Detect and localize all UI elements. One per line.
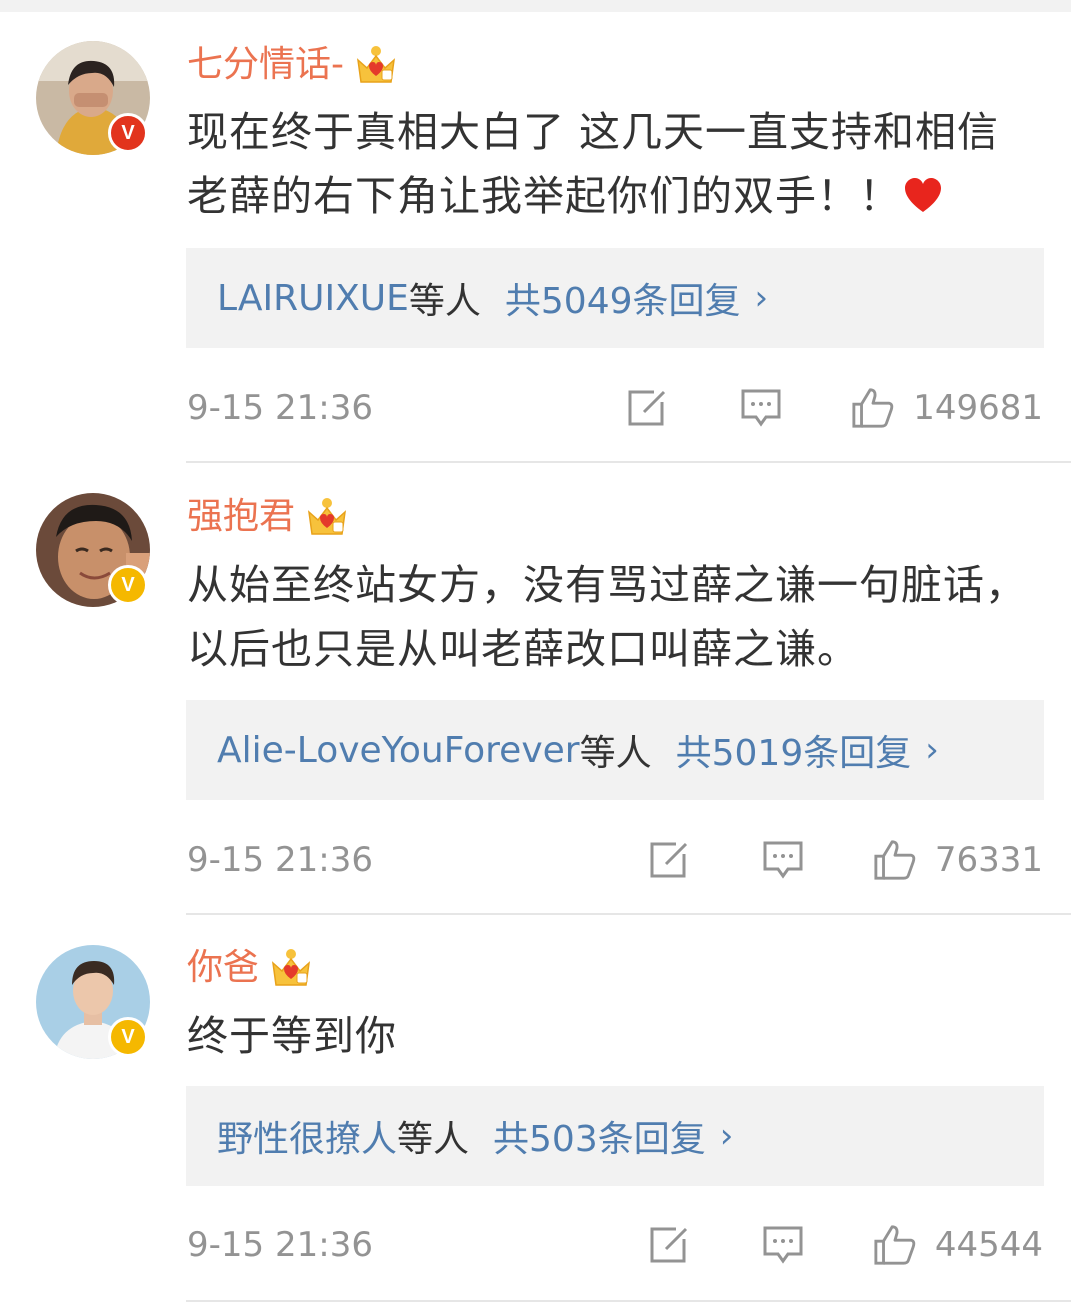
reply-total[interactable]: 共503条回复 bbox=[493, 1110, 706, 1162]
verified-badge: V bbox=[108, 565, 148, 605]
like-count: 149681 bbox=[913, 388, 1043, 428]
reply-names[interactable]: Alie-LoveYouForever bbox=[217, 730, 580, 771]
comment-text-block: 从始至终站女方，没有骂过薛之谦一句脏话，以后也只是从叫老薛改口叫薛之谦。 bbox=[187, 553, 1037, 681]
timestamp: 9-15 21:36 bbox=[187, 840, 373, 880]
reply-etc: 等人 bbox=[408, 281, 481, 322]
reply-total[interactable]: 共5019条回复 bbox=[676, 724, 912, 776]
comment-text-block: 终于等到你 bbox=[187, 1004, 1037, 1068]
username[interactable]: 七分情话- bbox=[187, 40, 344, 90]
reply-summary[interactable]: Alie-LoveYouForever 等人 共5019条回复 › bbox=[186, 700, 1044, 800]
like-count: 76331 bbox=[934, 840, 1043, 880]
share-icon[interactable] bbox=[647, 1223, 691, 1267]
verified-badge: V bbox=[108, 1017, 148, 1057]
reply-summary[interactable]: LAIRUIXUE 等人 共5049条回复 › bbox=[186, 248, 1044, 348]
reply-names[interactable]: 野性很撩人 bbox=[217, 1110, 397, 1162]
comment-text-block: 现在终于真相大白了 这几天一直支持和相信老薛的右下角让我举起你们的双手！！ bbox=[187, 100, 1037, 228]
heart-icon bbox=[905, 178, 941, 212]
chevron-right-icon: › bbox=[719, 1116, 734, 1156]
comment-meta: 9-15 21:36 76331 bbox=[187, 830, 1043, 890]
username-row: 强抱君 bbox=[187, 492, 349, 542]
share-icon[interactable] bbox=[647, 838, 691, 882]
like-icon[interactable] bbox=[873, 838, 917, 882]
action-bar: 76331 bbox=[647, 838, 1043, 882]
crown-icon bbox=[271, 949, 311, 986]
comment-icon[interactable] bbox=[739, 386, 783, 430]
comment-icon[interactable] bbox=[761, 838, 805, 882]
crown-icon bbox=[307, 498, 347, 535]
username-row: 七分情话- bbox=[187, 40, 398, 90]
divider bbox=[186, 461, 1071, 463]
chevron-right-icon: › bbox=[925, 730, 939, 770]
timestamp: 9-15 21:36 bbox=[187, 1225, 373, 1265]
divider bbox=[186, 913, 1071, 915]
username[interactable]: 你爸 bbox=[187, 943, 259, 993]
reply-etc: 等人 bbox=[397, 1119, 470, 1160]
comment-meta: 9-15 21:36 44544 bbox=[187, 1215, 1043, 1275]
comment-text: 终于等到你 bbox=[187, 1012, 397, 1060]
action-bar: 149681 bbox=[625, 386, 1043, 430]
reply-total[interactable]: 共5049条回复 bbox=[505, 272, 741, 324]
top-strip bbox=[0, 0, 1071, 12]
comment-text: 从始至终站女方，没有骂过薛之谦一句脏话，以后也只是从叫老薛改口叫薛之谦。 bbox=[187, 561, 1027, 673]
avatar[interactable]: V bbox=[36, 41, 150, 155]
share-icon[interactable] bbox=[625, 386, 669, 430]
avatar[interactable]: V bbox=[36, 493, 150, 607]
reply-summary[interactable]: 野性很撩人 等人 共503条回复 › bbox=[186, 1086, 1044, 1186]
comment-text: 现在终于真相大白了 这几天一直支持和相信老薛的右下角让我举起你们的双手！！ bbox=[187, 108, 1000, 220]
like-icon[interactable] bbox=[873, 1223, 917, 1267]
username[interactable]: 强抱君 bbox=[187, 492, 295, 542]
action-bar: 44544 bbox=[647, 1223, 1043, 1267]
comment-icon[interactable] bbox=[761, 1223, 805, 1267]
crown-icon bbox=[356, 46, 396, 83]
like-icon[interactable] bbox=[851, 386, 895, 430]
verified-badge: V bbox=[108, 113, 148, 153]
reply-names[interactable]: LAIRUIXUE bbox=[217, 278, 409, 319]
avatar[interactable]: V bbox=[36, 945, 150, 1059]
username-row: 你爸 bbox=[187, 943, 313, 993]
comment-meta: 9-15 21:36 149681 bbox=[187, 378, 1043, 438]
divider bbox=[186, 1300, 1071, 1302]
timestamp: 9-15 21:36 bbox=[187, 388, 373, 428]
like-count: 44544 bbox=[934, 1225, 1043, 1265]
chevron-right-icon: › bbox=[754, 278, 769, 318]
reply-etc: 等人 bbox=[579, 733, 652, 774]
